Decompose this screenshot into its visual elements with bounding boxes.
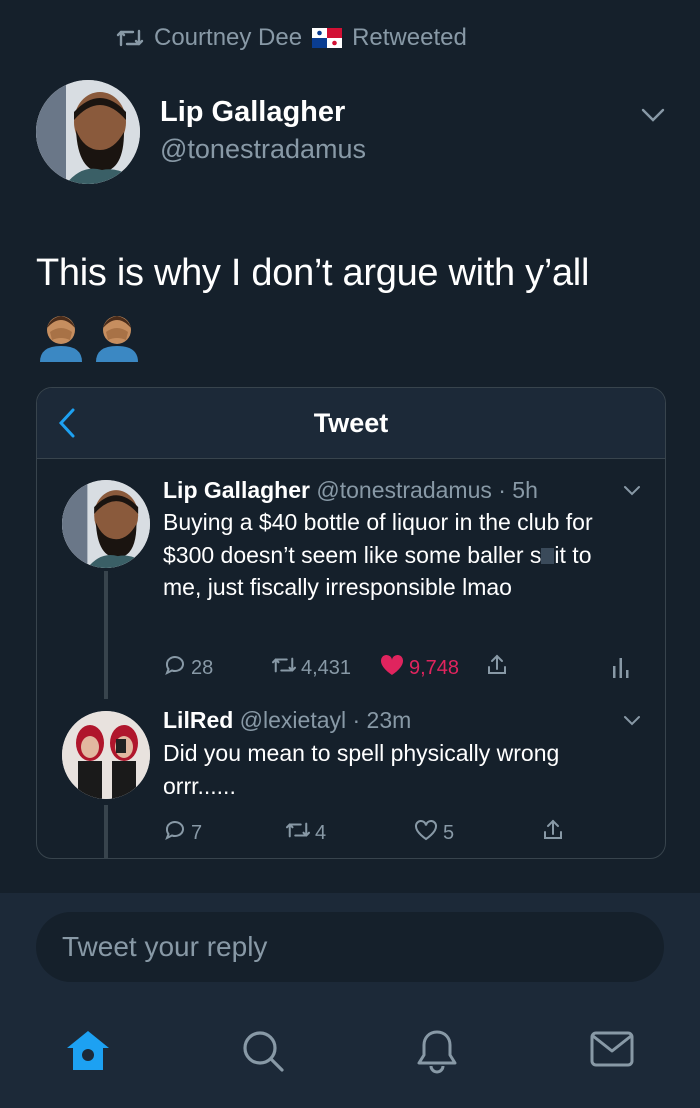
- tweet-author-name[interactable]: Lip Gallagher: [163, 477, 310, 503]
- retweeter-name: Courtney Dee: [154, 24, 303, 51]
- like-button[interactable]: 9,748: [379, 653, 459, 683]
- author-handle[interactable]: @tonestradamus: [160, 134, 366, 165]
- reply-button[interactable]: 28: [163, 653, 213, 683]
- retweet-icon: [285, 819, 311, 847]
- reply-count: 7: [191, 821, 203, 844]
- like-count: 5: [443, 821, 455, 844]
- heart-filled-icon: [379, 653, 405, 683]
- home-icon: [64, 1031, 112, 1078]
- heart-outline-icon: [413, 818, 439, 848]
- tab-notifications[interactable]: [414, 1028, 460, 1081]
- author-name[interactable]: Lip Gallagher: [160, 96, 345, 129]
- retweet-count: 4: [315, 821, 327, 844]
- tab-home[interactable]: [64, 1028, 112, 1079]
- tweet-header: LilRed @lexietayl · 23m: [163, 707, 411, 734]
- tweet-body: Buying a $40 bottle of liquor in the clu…: [163, 506, 633, 604]
- facepalm-emoji-icon: [92, 310, 142, 367]
- search-icon: [240, 1031, 286, 1078]
- tweet-meta: @lexietayl · 23m: [239, 707, 412, 733]
- retweet-context[interactable]: Courtney Dee Retweeted: [116, 20, 467, 56]
- tweet-actions: 7 4 5: [163, 818, 623, 848]
- share-icon: [541, 818, 565, 848]
- like-count: 9,748: [409, 656, 460, 679]
- envelope-icon: [588, 1031, 636, 1074]
- retweet-button[interactable]: 4,431: [271, 654, 351, 682]
- censor-block: [541, 547, 555, 564]
- retweet-count: 4,431: [301, 656, 352, 679]
- embedded-tweet-card[interactable]: Tweet Lip Gallagher @tonestradamus · 5h …: [36, 387, 666, 859]
- tweet-author-name[interactable]: LilRed: [163, 707, 233, 733]
- share-button[interactable]: [541, 818, 565, 848]
- share-icon: [485, 653, 509, 683]
- retweet-icon: [116, 26, 144, 50]
- like-button[interactable]: 5: [413, 818, 454, 848]
- reply-button[interactable]: 7: [163, 818, 202, 848]
- tweet-body: Did you mean to spell physically wrong o…: [163, 740, 560, 799]
- tweet-author: Lip Gallagher @tonestradamus: [36, 80, 666, 190]
- thread-line: [104, 571, 108, 699]
- retweet-icon: [271, 654, 297, 682]
- share-button[interactable]: [485, 653, 509, 683]
- reply-input[interactable]: Tweet your reply: [36, 912, 664, 982]
- tab-messages[interactable]: [588, 1028, 636, 1075]
- reply-icon: [163, 818, 187, 848]
- panama-flag-icon: [312, 28, 343, 48]
- card-title: Tweet: [313, 408, 389, 438]
- avatar[interactable]: [36, 80, 140, 184]
- bottom-tab-bar: [0, 1020, 700, 1090]
- reply-icon: [163, 653, 187, 683]
- thread-line: [104, 805, 108, 858]
- retweeted-label: Retweeted: [352, 24, 467, 51]
- tweet-text: This is why I don’t argue with y’all: [36, 252, 590, 294]
- chevron-down-icon[interactable]: [623, 714, 641, 732]
- reply-placeholder: Tweet your reply: [62, 931, 268, 962]
- tab-search[interactable]: [240, 1028, 286, 1079]
- chevron-down-icon[interactable]: [640, 106, 666, 129]
- tweet-header: Lip Gallagher @tonestradamus · 5h: [163, 477, 538, 504]
- avatar[interactable]: [62, 711, 150, 799]
- chevron-down-icon[interactable]: [623, 484, 641, 502]
- retweet-button[interactable]: 4: [285, 819, 326, 847]
- bell-icon: [414, 1030, 460, 1080]
- tweet-actions: 28 4,431 9,748: [163, 653, 629, 683]
- tweet-text-part: Buying a $40 bottle of liquor in the clu…: [163, 509, 593, 568]
- analytics-icon[interactable]: [611, 656, 631, 680]
- emoji-row: [36, 310, 142, 367]
- reply-count: 28: [191, 656, 214, 679]
- avatar[interactable]: [62, 480, 150, 568]
- tweet-meta: @tonestradamus · 5h: [316, 477, 538, 503]
- facepalm-emoji-icon: [36, 310, 86, 367]
- card-header: Tweet: [37, 388, 665, 459]
